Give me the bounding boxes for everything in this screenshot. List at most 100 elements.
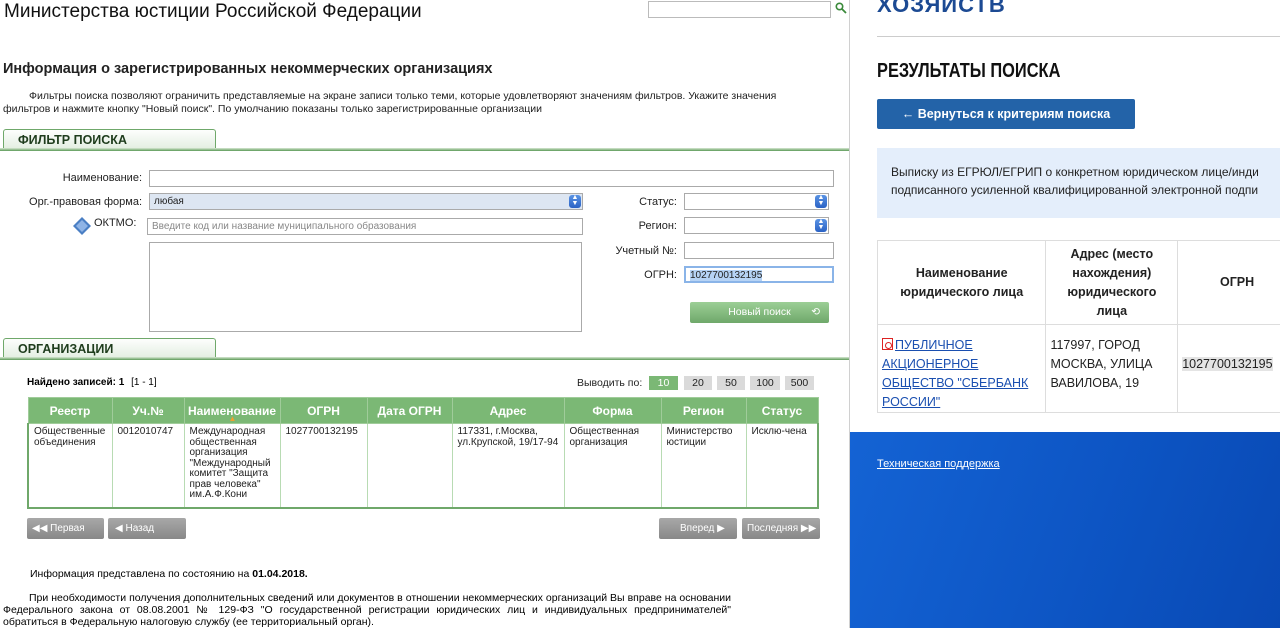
site-logo-text: ХОЗЯЙСТВ xyxy=(877,0,1006,17)
refresh-icon: ⟲ xyxy=(811,306,820,318)
account-no-label: Учетный №: xyxy=(615,245,677,257)
last-page-button[interactable]: Последняя ▶▶ xyxy=(742,518,820,539)
ogrn-value: 1027700132195 xyxy=(1182,357,1273,371)
chevron-updown-icon: ▲ ▼ xyxy=(569,194,581,208)
cell-account-no: 0012010747 xyxy=(112,423,185,509)
extract-notice: Выписку из ЕГРЮЛ/ЕГРИП о конкретном юрид… xyxy=(877,148,1280,218)
chevron-updown-icon: ▲ ▼ xyxy=(815,194,827,208)
region-select[interactable]: ▲ ▼ xyxy=(684,217,829,234)
new-search-label: Новый поиск xyxy=(728,306,791,318)
table-header-row: Реестр Уч.№ Наименование ▲ ОГРН Дата ОГРН… xyxy=(27,397,819,424)
org-form-select[interactable]: любая ▲ ▼ xyxy=(149,193,583,210)
table-row[interactable]: Общественные объединения 0012010747 Межд… xyxy=(27,423,819,509)
region-label: Регион: xyxy=(638,220,677,232)
right-arrow-icon: ▶ xyxy=(717,523,725,534)
ogrn-input-value: 1027700132195 xyxy=(690,270,763,281)
double-right-arrow-icon: ▶▶ xyxy=(800,523,817,534)
found-count: Найдено записей: 1 [1 - 1] xyxy=(27,377,157,388)
per-page-label: Выводить по: xyxy=(577,377,643,389)
notice-line: подписанного усиленной квалифицированной… xyxy=(891,183,1259,197)
cell-registry: Общественные объединения xyxy=(27,423,113,509)
orgs-section-divider xyxy=(0,357,849,360)
cell-address: 117997, ГОРОД МОСКВА, УЛИЦА ВАВИЛОВА, 19 xyxy=(1045,324,1179,413)
info-date-line: Информация представлена по состоянию на … xyxy=(30,568,308,580)
column-header-ogrn-date[interactable]: Дата ОГРН xyxy=(366,397,453,424)
sort-arrow-icon: ▲ xyxy=(228,414,237,423)
column-header-registry[interactable]: Реестр xyxy=(27,397,113,424)
oktmo-list[interactable] xyxy=(149,242,582,332)
column-header-name: Наименование юридического лица xyxy=(876,240,1047,325)
column-header-region[interactable]: Регион xyxy=(660,397,747,424)
column-header-name[interactable]: Наименование ▲ xyxy=(183,397,281,424)
cell-form: Общественная организация xyxy=(564,423,662,509)
status-select[interactable]: ▲ ▼ xyxy=(684,193,829,210)
column-header-form[interactable]: Форма xyxy=(563,397,662,424)
oktmo-label: ОКТМО: xyxy=(94,217,137,229)
info-date: 01.04.2018. xyxy=(252,568,308,580)
organizations-table: Реестр Уч.№ Наименование ▲ ОГРН Дата ОГРН… xyxy=(27,397,819,509)
column-header-address: Адрес (место нахождения) юридического ли… xyxy=(1045,240,1179,325)
info-date-prefix: Информация представлена по состоянию на xyxy=(30,568,250,580)
first-page-label: Первая xyxy=(50,523,85,534)
page-description: Фильтры поиска позволяют ограничить пред… xyxy=(3,90,777,115)
table-row: ПУБЛИЧНОЕ АКЦИОНЕРНОЕ ОБЩЕСТВО "СБЕРБАНК… xyxy=(876,324,1280,413)
oktmo-input[interactable]: Введите код или название муниципального … xyxy=(147,218,583,235)
chevron-updown-icon: ▲ ▼ xyxy=(815,218,827,232)
cell-address: 117331, г.Москва, ул.Крупской, 19/17-94 xyxy=(452,423,565,509)
per-page-option[interactable]: 20 xyxy=(684,376,712,390)
name-input[interactable] xyxy=(149,170,834,187)
next-page-label: Вперед xyxy=(680,523,715,534)
org-form-label: Орг.-правовая форма: xyxy=(29,196,142,208)
status-label: Статус: xyxy=(639,196,677,208)
prev-page-button[interactable]: ◀ Назад xyxy=(108,518,186,539)
column-header-ogrn: ОГРН xyxy=(1177,240,1280,325)
per-page-option[interactable]: 10 xyxy=(649,376,678,390)
column-header-ogrn[interactable]: ОГРН xyxy=(279,397,368,424)
results-table: Наименование юридического лица Адрес (ме… xyxy=(876,240,1280,413)
pdf-icon[interactable] xyxy=(882,338,893,350)
org-form-value: любая xyxy=(154,196,184,207)
account-no-input[interactable] xyxy=(684,242,834,259)
fns-window: ХОЗЯЙСТВ РЕЗУЛЬТАТЫ ПОИСКА ← Вернуться к… xyxy=(849,0,1280,628)
minjust-window: Министерства юстиции Российской Федераци… xyxy=(0,0,849,628)
double-left-arrow-icon: ◀◀ xyxy=(32,523,48,534)
cell-status: Исклю-чена xyxy=(746,423,819,509)
per-page-option[interactable]: 50 xyxy=(717,376,745,390)
filter-section-tab: ФИЛЬТР ПОИСКА xyxy=(3,129,216,149)
cell-region: Министерство юстиции xyxy=(661,423,747,509)
header-divider xyxy=(877,36,1280,37)
cell-name[interactable]: Международная общественная организация "… xyxy=(184,423,281,509)
page-heading: Информация о зарегистрированных некоммер… xyxy=(3,61,493,77)
filter-section-divider xyxy=(0,148,849,151)
back-to-criteria-button[interactable]: ← Вернуться к критериям поиска xyxy=(877,99,1135,129)
ogrn-input[interactable]: 1027700132195 xyxy=(684,266,834,283)
ogrn-label: ОГРН: xyxy=(644,269,677,281)
company-link[interactable]: ПУБЛИЧНОЕ АКЦИОНЕРНОЕ ОБЩЕСТВО "СБЕРБАНК… xyxy=(882,338,1028,409)
last-page-label: Последняя xyxy=(747,523,799,534)
cell-ogrn: 1027700132195 xyxy=(280,423,368,509)
found-label: Найдено записей: 1 xyxy=(27,377,125,388)
cell-ogrn: 1027700132195 xyxy=(1177,324,1280,413)
found-range: [1 - 1] xyxy=(131,377,157,388)
site-search-input[interactable] xyxy=(648,1,831,18)
per-page-option[interactable]: 500 xyxy=(785,376,814,390)
column-header-address[interactable]: Адрес xyxy=(451,397,565,424)
results-title: РЕЗУЛЬТАТЫ ПОИСКА xyxy=(877,60,1061,82)
search-icon[interactable] xyxy=(835,2,847,14)
next-page-button[interactable]: Вперед ▶ xyxy=(659,518,737,539)
left-arrow-icon: ◀ xyxy=(115,523,123,534)
cell-name[interactable]: ПУБЛИЧНОЕ АКЦИОНЕРНОЕ ОБЩЕСТВО "СБЕРБАНК… xyxy=(876,324,1047,413)
info-paragraph: При необходимости получения дополнительн… xyxy=(3,592,731,628)
site-title: Министерства юстиции Российской Федераци… xyxy=(4,1,422,22)
first-page-button[interactable]: ◀◀ Первая xyxy=(27,518,104,539)
table-header-row: Наименование юридического лица Адрес (ме… xyxy=(876,240,1280,325)
diamond-info-icon[interactable] xyxy=(73,217,91,235)
orgs-section-tab: ОРГАНИЗАЦИИ xyxy=(3,338,216,358)
notice-line: Выписку из ЕГРЮЛ/ЕГРИП о конкретном юрид… xyxy=(891,165,1259,179)
prev-page-label: Назад xyxy=(125,523,155,534)
new-search-button[interactable]: Новый поиск ⟲ xyxy=(690,302,829,323)
column-header-account-no[interactable]: Уч.№ xyxy=(111,397,185,424)
per-page-option[interactable]: 100 xyxy=(750,376,780,390)
column-header-status[interactable]: Статус xyxy=(745,397,819,424)
tech-support-link[interactable]: Техническая поддержка xyxy=(877,458,1000,470)
